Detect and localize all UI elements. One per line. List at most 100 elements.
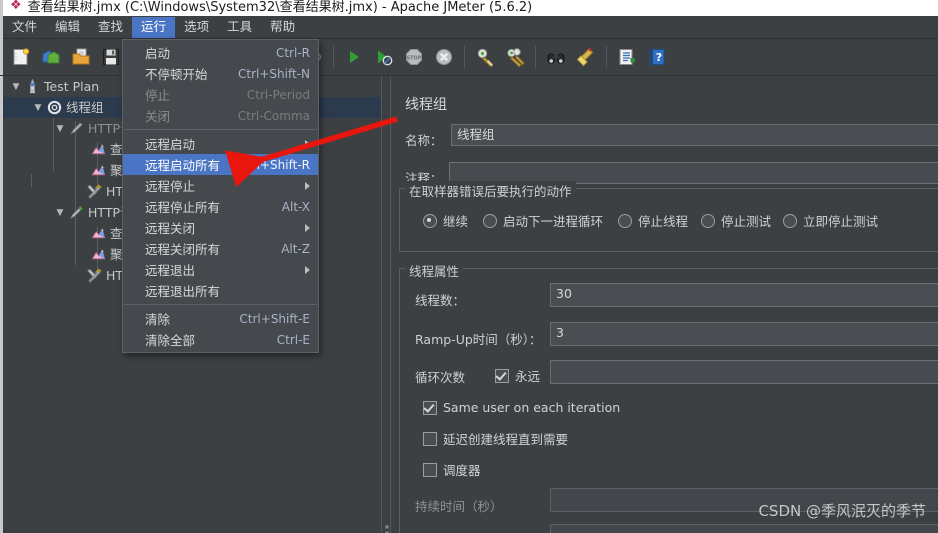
radio-start-next-loop[interactable]: 启动下一进程循环 bbox=[483, 211, 603, 230]
menu-file[interactable]: 文件 bbox=[3, 17, 46, 38]
menu-item-label: 清除全部 bbox=[145, 333, 196, 348]
menu-item-remote-start-all[interactable]: 远程启动所有 Ctrl+Shift-R bbox=[123, 154, 318, 175]
header-manager-icon bbox=[85, 268, 103, 284]
window-title: 查看结果树.jmx (C:\Windows\System32\查看结果树.jmx… bbox=[27, 0, 533, 15]
loop-count-input[interactable] bbox=[550, 360, 938, 384]
radio-label: 立即停止测试 bbox=[803, 214, 879, 229]
delay-thread-creation-checkbox[interactable]: 延迟创建线程直到需要 bbox=[423, 429, 568, 448]
number-of-threads-label: 线程数： bbox=[415, 293, 466, 308]
menu-item-accel: Ctrl-Period bbox=[246, 87, 310, 102]
ramp-up-input[interactable]: 3 bbox=[550, 322, 938, 346]
menu-item-remote-exit-all[interactable]: 远程退出所有 bbox=[123, 280, 318, 301]
radio-continue[interactable]: 继续 bbox=[423, 211, 468, 230]
menu-item-remote-stop[interactable]: 远程停止 bbox=[123, 175, 318, 196]
menu-item-remote-start[interactable]: 远程启动 bbox=[123, 133, 318, 154]
menu-item-label: 启动 bbox=[145, 46, 171, 61]
chevron-down-icon[interactable]: ▼ bbox=[31, 103, 45, 113]
menu-search[interactable]: 查找 bbox=[89, 17, 132, 38]
jmeter-application-window: ❖ 查看结果树.jmx (C:\Windows\System32\查看结果树.j… bbox=[0, 0, 938, 533]
menu-options[interactable]: 选项 bbox=[175, 17, 218, 38]
chevron-down-icon[interactable]: ▼ bbox=[53, 208, 67, 218]
menu-item-accel: Ctrl+Shift-E bbox=[239, 311, 310, 326]
search-button[interactable] bbox=[543, 44, 569, 70]
loop-count-label: 循环次数 bbox=[415, 370, 466, 385]
menu-tools[interactable]: 工具 bbox=[218, 17, 261, 38]
save-button[interactable] bbox=[98, 44, 124, 70]
menu-item-remote-exit[interactable]: 远程退出 bbox=[123, 259, 318, 280]
loop-forever-checkbox[interactable]: 永远 bbox=[495, 366, 540, 385]
open-button[interactable] bbox=[68, 44, 94, 70]
checkbox-icon bbox=[495, 368, 509, 383]
toolbar-separator bbox=[464, 46, 465, 68]
chevron-down-icon[interactable]: ▼ bbox=[9, 82, 23, 92]
clear-button[interactable] bbox=[472, 44, 498, 70]
menu-item-stop: 停止 Ctrl-Period bbox=[123, 84, 318, 105]
menu-item-accel: Ctrl-Comma bbox=[237, 108, 310, 123]
help-button[interactable]: ? bbox=[644, 44, 670, 70]
scheduler-checkbox[interactable]: 调度器 bbox=[423, 460, 481, 479]
menu-item-clear-all[interactable]: 清除全部 Ctrl-E bbox=[123, 329, 318, 350]
http-sampler-green-icon bbox=[67, 205, 85, 221]
menu-separator bbox=[124, 304, 317, 305]
menu-run[interactable]: 运行 bbox=[132, 16, 176, 38]
menu-item-start-no-pauses[interactable]: 不停顿开始 Ctrl+Shift-N bbox=[123, 63, 318, 84]
startup-delay-input[interactable] bbox=[550, 524, 938, 533]
menu-item-label: 远程启动 bbox=[145, 137, 196, 152]
menu-item-clear[interactable]: 清除 Ctrl+Shift-E bbox=[123, 308, 318, 329]
new-test-plan-button[interactable] bbox=[8, 44, 34, 70]
toolbar-separator bbox=[333, 46, 334, 68]
menu-item-accel: Ctrl+Shift-R bbox=[238, 157, 310, 172]
radio-dot-icon bbox=[483, 213, 497, 228]
menu-item-remote-stop-all[interactable]: 远程停止所有 Alt-X bbox=[123, 196, 318, 217]
menu-item-label: 远程启动所有 bbox=[145, 158, 221, 173]
submenu-arrow-icon bbox=[305, 139, 310, 148]
toolbar-separator bbox=[535, 46, 536, 68]
splitter-grip[interactable] bbox=[385, 525, 390, 533]
toolbar-separator bbox=[606, 46, 607, 68]
start-no-pauses-button[interactable] bbox=[371, 44, 397, 70]
same-user-checkbox[interactable]: Same user on each iteration bbox=[423, 400, 620, 415]
menu-item-label: 远程关闭 bbox=[145, 221, 196, 236]
header-manager-icon bbox=[85, 184, 103, 200]
radio-label: 继续 bbox=[443, 214, 469, 229]
menu-item-accel: Alt-X bbox=[281, 199, 310, 214]
http-sampler-icon bbox=[67, 121, 85, 137]
name-input[interactable]: 线程组 bbox=[451, 124, 938, 146]
view-results-tree-icon bbox=[89, 142, 107, 158]
ramp-up-label: Ramp-Up时间（秒）： bbox=[415, 332, 542, 347]
reset-search-button[interactable] bbox=[573, 44, 599, 70]
number-of-threads-input[interactable]: 30 bbox=[550, 283, 938, 307]
shutdown-button[interactable] bbox=[431, 44, 457, 70]
menu-help[interactable]: 帮助 bbox=[261, 17, 304, 38]
clear-all-button[interactable] bbox=[502, 44, 528, 70]
menu-item-label: 远程退出所有 bbox=[145, 284, 221, 299]
templates-button[interactable] bbox=[38, 44, 64, 70]
stop-button[interactable]: STOP bbox=[401, 44, 427, 70]
toolbar-left-edge bbox=[0, 39, 3, 75]
run-dropdown-menu[interactable]: 启动 Ctrl-R 不停顿开始 Ctrl+Shift-N 停止 Ctrl-Per… bbox=[122, 39, 319, 353]
menu-item-label: 不停顿开始 bbox=[145, 67, 208, 82]
menu-item-start[interactable]: 启动 Ctrl-R bbox=[123, 42, 318, 63]
tree-node-label: Test Plan bbox=[44, 78, 100, 94]
thread-properties-group-title: 线程属性 bbox=[405, 261, 464, 280]
panel-splitter[interactable] bbox=[381, 76, 391, 533]
chevron-down-icon[interactable]: ▼ bbox=[53, 124, 67, 134]
aggregate-report-icon bbox=[89, 163, 107, 179]
menu-edit[interactable]: 编辑 bbox=[46, 17, 89, 38]
svg-text:?: ? bbox=[656, 51, 662, 64]
radio-stop-test-now[interactable]: 立即停止测试 bbox=[783, 211, 878, 230]
menu-item-label: 关闭 bbox=[145, 109, 171, 124]
radio-stop-thread[interactable]: 停止线程 bbox=[618, 211, 688, 230]
radio-stop-test[interactable]: 停止测试 bbox=[701, 211, 771, 230]
duration-label: 持续时间（秒） bbox=[415, 499, 503, 514]
title-bar: ❖ 查看结果树.jmx (C:\Windows\System32\查看结果树.j… bbox=[0, 0, 938, 16]
thread-group-config-panel: 线程组 名称： 线程组 注释： 在取样器错误后要执行的动作 继续 启动下一进程循… bbox=[391, 76, 938, 533]
menu-item-remote-shutdown-all[interactable]: 远程关闭所有 Alt-Z bbox=[123, 238, 318, 259]
menu-item-accel: Ctrl-E bbox=[276, 332, 310, 347]
start-button[interactable] bbox=[341, 44, 367, 70]
function-helper-button[interactable] bbox=[614, 44, 640, 70]
radio-label: 启动下一进程循环 bbox=[503, 214, 604, 229]
menu-item-remote-shutdown[interactable]: 远程关闭 bbox=[123, 217, 318, 238]
scheduler-label: 调度器 bbox=[443, 463, 481, 478]
radio-dot-icon bbox=[423, 213, 437, 228]
